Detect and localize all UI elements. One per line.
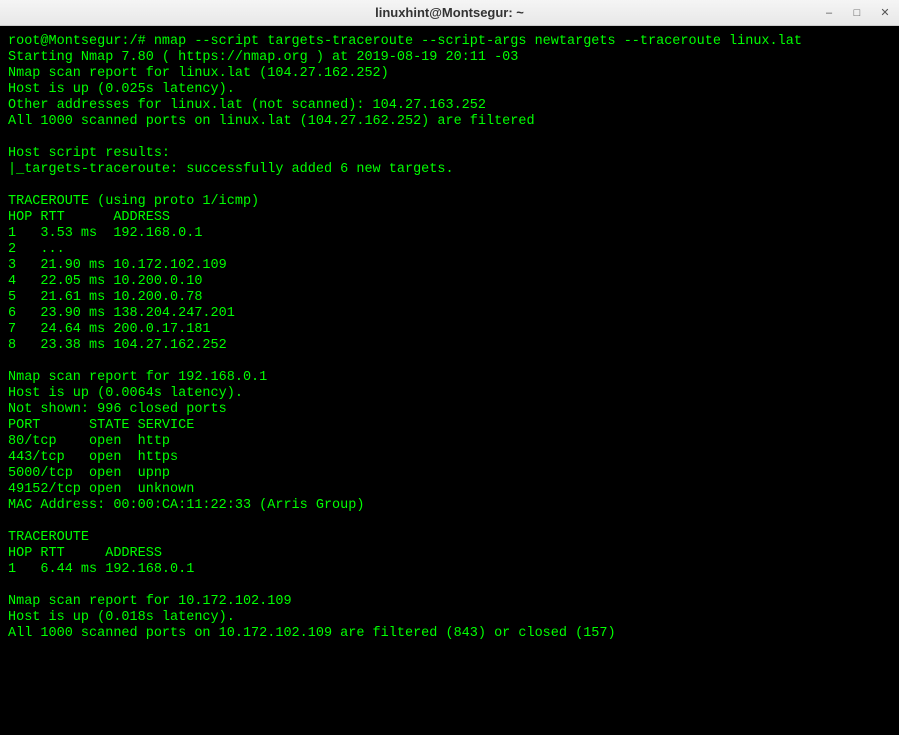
- terminal-line: 3 21.90 ms 10.172.102.109: [8, 258, 891, 274]
- terminal-line: [8, 130, 891, 146]
- terminal-line: HOP RTT ADDRESS: [8, 210, 891, 226]
- terminal-line: TRACEROUTE (using proto 1/icmp): [8, 194, 891, 210]
- terminal-line: root@Montsegur:/# nmap --script targets-…: [8, 34, 891, 50]
- close-button[interactable]: ✕: [879, 6, 891, 19]
- terminal-line: 49152/tcp open unknown: [8, 482, 891, 498]
- terminal-line: 1 6.44 ms 192.168.0.1: [8, 562, 891, 578]
- terminal-line: |_targets-traceroute: successfully added…: [8, 162, 891, 178]
- terminal-line: 443/tcp open https: [8, 450, 891, 466]
- terminal-line: 2 ...: [8, 242, 891, 258]
- terminal-line: 80/tcp open http: [8, 434, 891, 450]
- terminal-line: 1 3.53 ms 192.168.0.1: [8, 226, 891, 242]
- terminal-line: TRACEROUTE: [8, 530, 891, 546]
- terminal-line: [8, 354, 891, 370]
- terminal-line: 6 23.90 ms 138.204.247.201: [8, 306, 891, 322]
- terminal-line: All 1000 scanned ports on 10.172.102.109…: [8, 626, 891, 642]
- terminal-line: Host is up (0.018s latency).: [8, 610, 891, 626]
- terminal-line: Host is up (0.025s latency).: [8, 82, 891, 98]
- terminal-line: PORT STATE SERVICE: [8, 418, 891, 434]
- terminal-line: Other addresses for linux.lat (not scann…: [8, 98, 891, 114]
- terminal-line: [8, 178, 891, 194]
- titlebar: linuxhint@Montsegur: ~ – □ ✕: [0, 0, 899, 26]
- terminal-line: MAC Address: 00:00:CA:11:22:33 (Arris Gr…: [8, 498, 891, 514]
- terminal-line: [8, 578, 891, 594]
- window-controls: – □ ✕: [823, 6, 891, 19]
- terminal-line: Host is up (0.0064s latency).: [8, 386, 891, 402]
- window-title: linuxhint@Montsegur: ~: [375, 5, 524, 20]
- terminal-line: HOP RTT ADDRESS: [8, 546, 891, 562]
- terminal-line: Nmap scan report for 192.168.0.1: [8, 370, 891, 386]
- minimize-button[interactable]: –: [823, 7, 835, 19]
- terminal-line: Not shown: 996 closed ports: [8, 402, 891, 418]
- terminal-line: 7 24.64 ms 200.0.17.181: [8, 322, 891, 338]
- terminal-line: Nmap scan report for linux.lat (104.27.1…: [8, 66, 891, 82]
- terminal-line: Host script results:: [8, 146, 891, 162]
- terminal-line: Starting Nmap 7.80 ( https://nmap.org ) …: [8, 50, 891, 66]
- terminal-line: All 1000 scanned ports on linux.lat (104…: [8, 114, 891, 130]
- terminal-line: 5 21.61 ms 10.200.0.78: [8, 290, 891, 306]
- maximize-button[interactable]: □: [851, 7, 863, 19]
- terminal-output[interactable]: root@Montsegur:/# nmap --script targets-…: [0, 26, 899, 735]
- terminal-line: [8, 514, 891, 530]
- terminal-line: 4 22.05 ms 10.200.0.10: [8, 274, 891, 290]
- terminal-line: 5000/tcp open upnp: [8, 466, 891, 482]
- terminal-line: 8 23.38 ms 104.27.162.252: [8, 338, 891, 354]
- terminal-line: [8, 642, 891, 658]
- terminal-line: Nmap scan report for 10.172.102.109: [8, 594, 891, 610]
